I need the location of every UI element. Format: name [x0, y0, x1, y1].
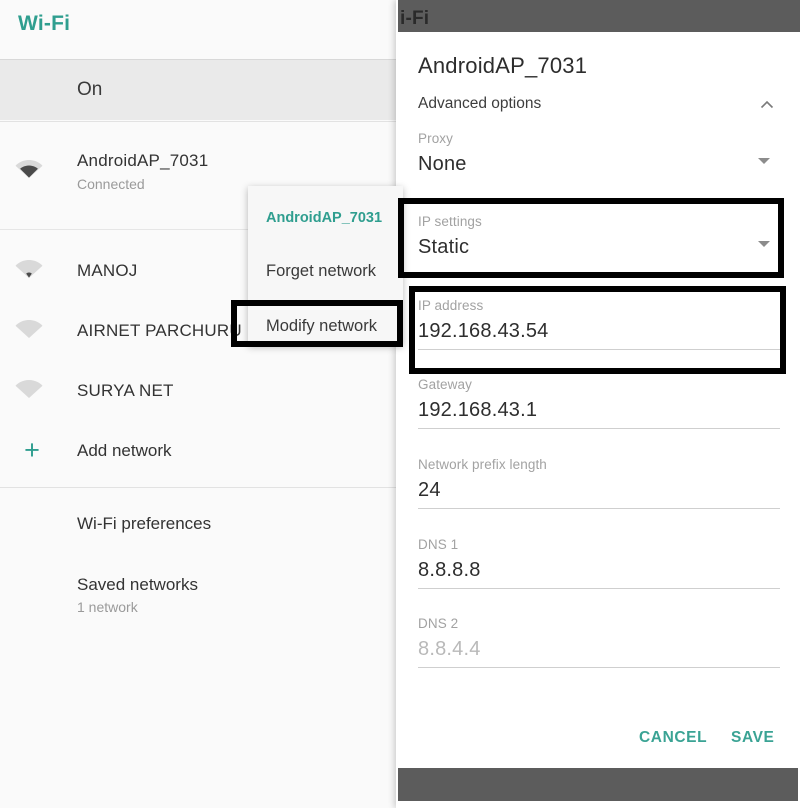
wifi-icon: [14, 316, 44, 340]
saved-networks-count: 1 network: [77, 599, 138, 615]
wifi-preferences-label: Wi-Fi preferences: [77, 514, 212, 533]
field-underline: [418, 508, 780, 509]
saved-networks-row[interactable]: Saved networks 1 network: [0, 565, 400, 623]
network-row-surya-net[interactable]: SURYA NET: [0, 360, 400, 426]
page-title: Wi-Fi: [18, 12, 71, 35]
field-proxy[interactable]: Proxy None: [418, 131, 780, 176]
highlight-box-ip-settings: [398, 198, 784, 278]
field-value-network-prefix-length[interactable]: 24: [418, 479, 780, 502]
wifi-toggle-state-label: On: [77, 79, 103, 100]
modify-network-dialog: i-Fi AndroidAP_7031 Advanced options Pro…: [396, 0, 800, 808]
plus-icon: +: [24, 435, 40, 465]
network-name: AIRNET PARCHURU: [77, 321, 242, 340]
highlight-box-modify-network: [231, 300, 403, 347]
add-network-row[interactable]: + Add network: [0, 425, 400, 481]
section-divider: [0, 487, 400, 488]
network-status: Connected: [77, 176, 145, 192]
field-value-dns2[interactable]: 8.8.4.4: [418, 638, 780, 661]
add-network-label: Add network: [77, 441, 172, 460]
context-menu-title: AndroidAP_7031: [266, 210, 383, 226]
field-label-gateway: Gateway: [418, 377, 472, 392]
field-dns1[interactable]: DNS 1 8.8.8.8: [418, 537, 780, 589]
field-label-dns2: DNS 2: [418, 616, 459, 631]
toggle-row-divider: [0, 121, 400, 122]
field-network-prefix-length[interactable]: Network prefix length 24: [418, 457, 780, 509]
advanced-options-label: Advanced options: [418, 95, 542, 112]
bottom-dark-bar: [398, 768, 798, 801]
network-name: SURYA NET: [77, 381, 174, 400]
field-underline: [418, 428, 780, 429]
network-name: AndroidAP_7031: [77, 151, 209, 170]
wifi-toggle-row[interactable]: On: [0, 60, 400, 120]
field-label-proxy: Proxy: [418, 131, 454, 146]
advanced-options-row[interactable]: Advanced options: [396, 93, 800, 121]
menu-item-forget-network[interactable]: Forget network: [266, 262, 376, 281]
chevron-up-icon[interactable]: [758, 96, 776, 114]
field-dns2[interactable]: DNS 2 8.8.4.4: [418, 616, 780, 668]
field-value-dns1[interactable]: 8.8.8.8: [418, 559, 780, 582]
field-value-gateway[interactable]: 192.168.43.1: [418, 399, 780, 422]
chevron-down-icon[interactable]: [758, 158, 770, 164]
field-label-dns1: DNS 1: [418, 537, 459, 552]
field-underline: [418, 667, 780, 668]
wifi-icon: [14, 376, 44, 400]
field-label-network-prefix-length: Network prefix length: [418, 457, 547, 472]
wifi-settings-pane: Wi-Fi On AndroidAP_7031 Connected MANOJ …: [0, 0, 400, 808]
ghost-wifi-title: i-Fi: [400, 8, 430, 29]
save-button[interactable]: SAVE: [731, 729, 774, 747]
top-dark-bar: [398, 0, 800, 32]
field-gateway[interactable]: Gateway 192.168.43.1: [418, 377, 780, 429]
dialog-actions: CANCEL SAVE: [396, 725, 800, 755]
field-value-proxy: None: [418, 153, 467, 175]
cancel-button[interactable]: CANCEL: [639, 729, 707, 747]
wifi-preferences-row[interactable]: Wi-Fi preferences: [0, 500, 400, 552]
dialog-title: AndroidAP_7031: [418, 53, 588, 78]
field-underline: [418, 588, 780, 589]
wifi-icon: [14, 256, 44, 280]
saved-networks-label: Saved networks: [77, 575, 198, 594]
network-name: MANOJ: [77, 261, 138, 280]
screenshot-root: Wi-Fi On AndroidAP_7031 Connected MANOJ …: [0, 0, 800, 808]
wifi-icon: [14, 156, 44, 180]
highlight-box-ip-address: [409, 286, 786, 374]
